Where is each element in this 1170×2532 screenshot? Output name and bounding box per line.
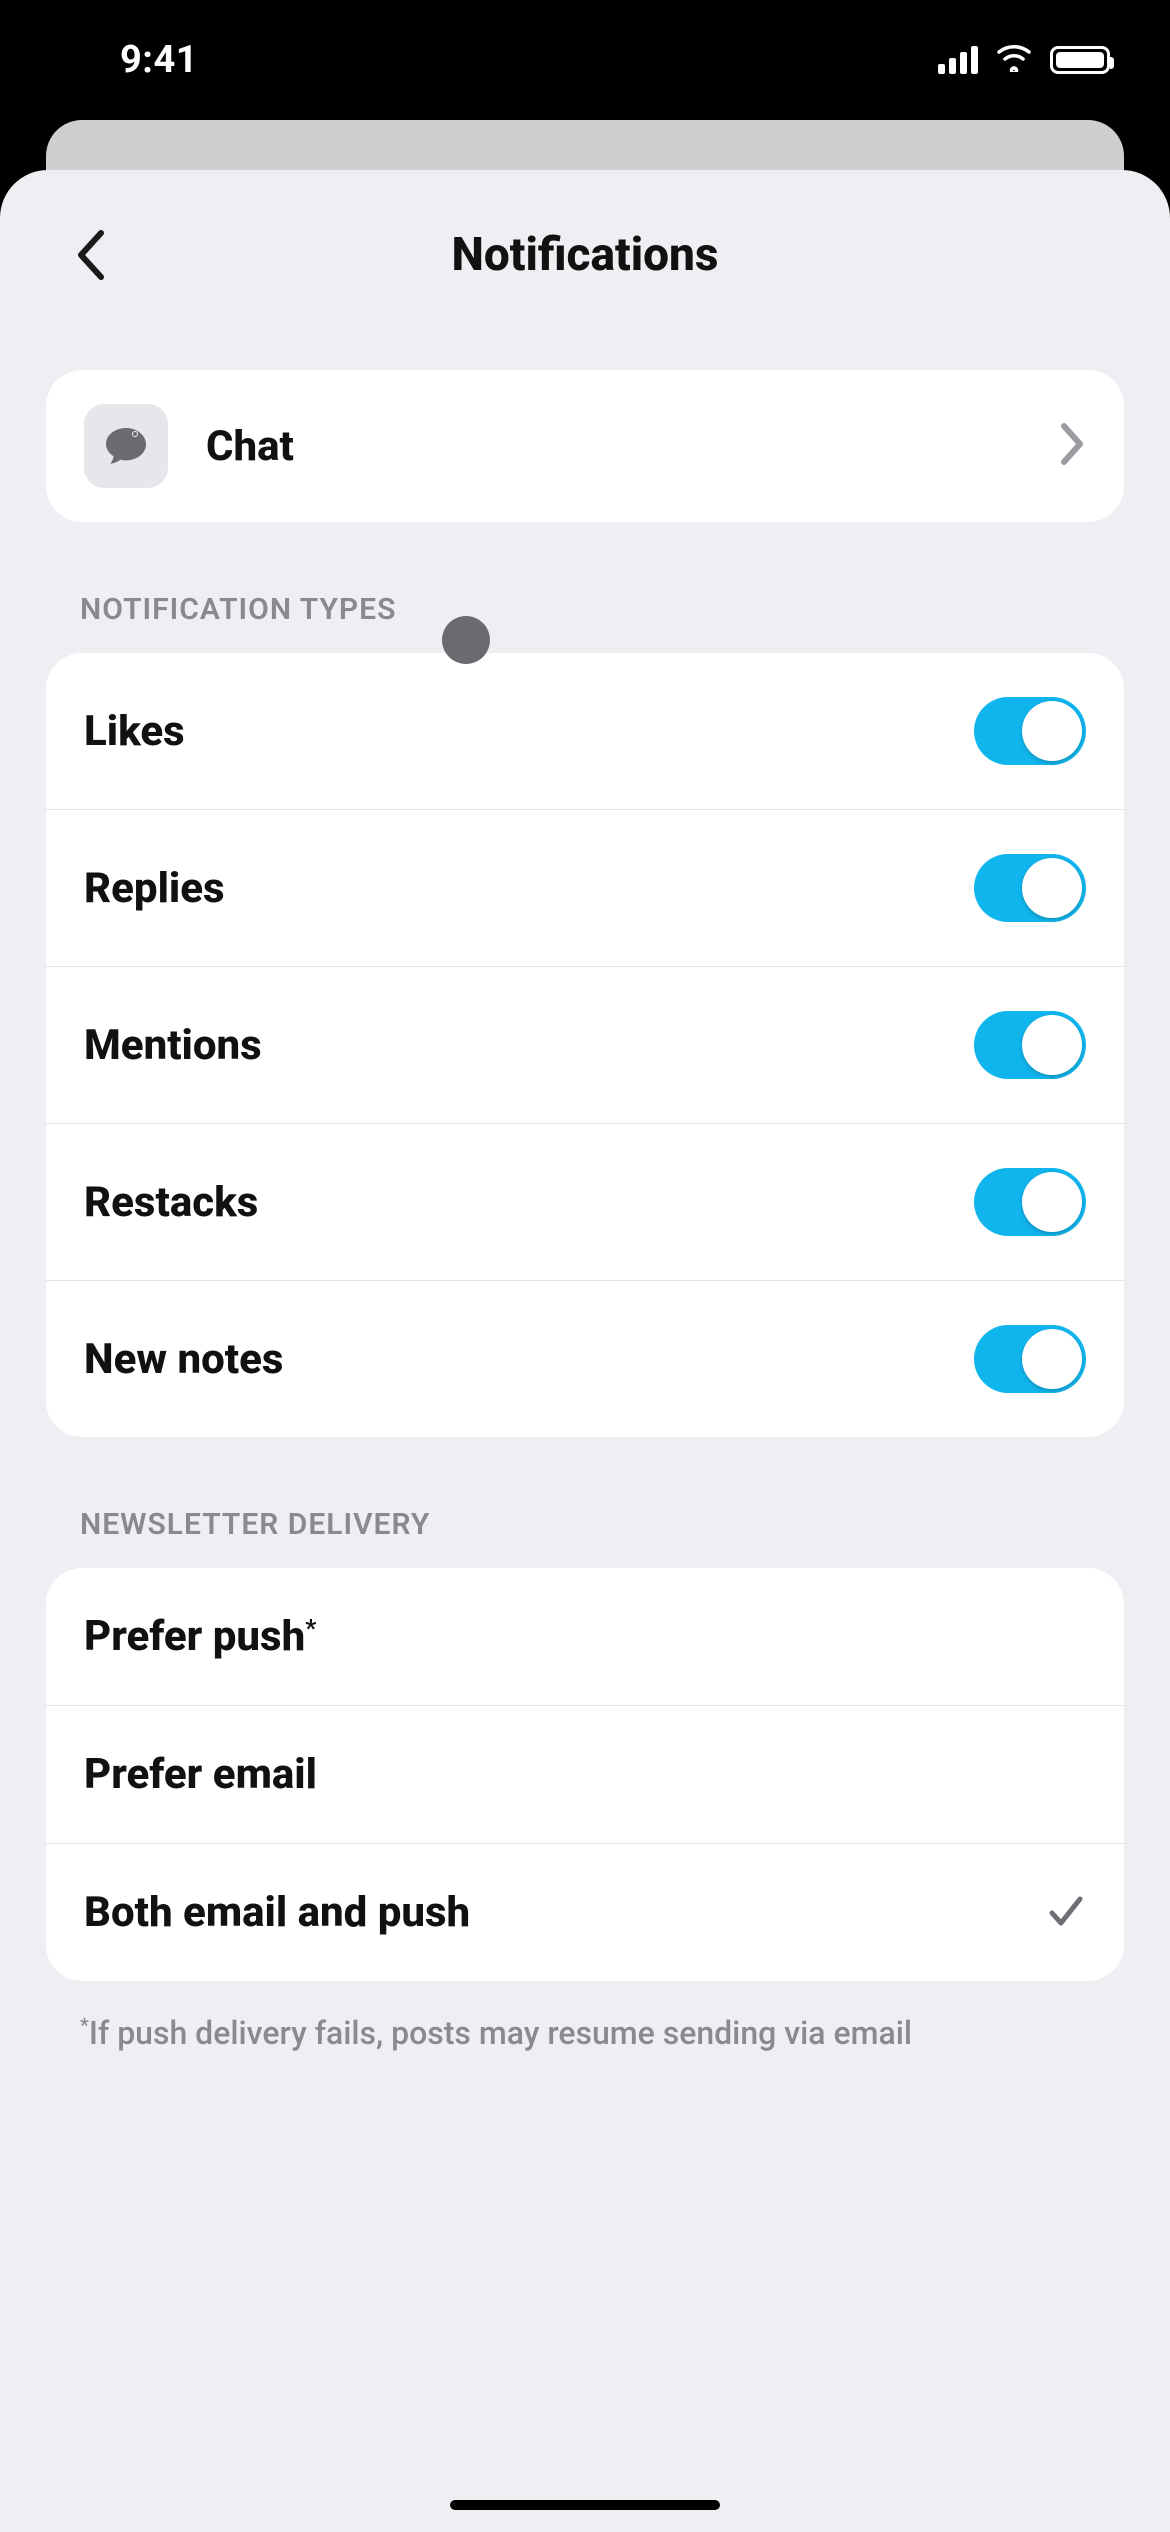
notification-types-header: NOTIFICATION TYPES — [46, 522, 1124, 653]
page-title: Notifications — [0, 228, 1170, 282]
prefer-email-label: Prefer email — [84, 1750, 317, 1799]
new-notes-label: New notes — [84, 1335, 283, 1384]
mentions-toggle[interactable] — [974, 1011, 1086, 1079]
chat-bubble-icon — [84, 404, 168, 488]
likes-toggle[interactable] — [974, 697, 1086, 765]
new-notes-toggle[interactable] — [974, 1325, 1086, 1393]
newsletter-delivery-card: Prefer push* Prefer email Both email and… — [46, 1568, 1124, 1981]
status-time: 9:41 — [120, 38, 198, 82]
replies-row: Replies — [46, 810, 1124, 967]
both-email-push-row[interactable]: Both email and push — [46, 1844, 1124, 1981]
chat-label: Chat — [206, 422, 294, 471]
home-indicator[interactable] — [450, 2500, 720, 2510]
likes-row: Likes — [46, 653, 1124, 810]
battery-icon — [1050, 46, 1110, 74]
touch-cursor-icon — [442, 616, 490, 664]
nav-header: Notifications — [0, 200, 1170, 310]
prefer-email-row[interactable]: Prefer email — [46, 1706, 1124, 1844]
likes-label: Likes — [84, 707, 185, 756]
wifi-icon — [996, 44, 1032, 76]
restacks-toggle[interactable] — [974, 1168, 1086, 1236]
chevron-left-icon — [73, 229, 107, 281]
prefer-push-row[interactable]: Prefer push* — [46, 1568, 1124, 1706]
settings-sheet: Notifications Chat NOTIFICATION TYPES Li… — [0, 170, 1170, 2532]
notification-types-card: Likes Replies Mentions Restacks New note… — [46, 653, 1124, 1437]
new-notes-row: New notes — [46, 1281, 1124, 1437]
cellular-signal-icon — [938, 46, 978, 74]
chevron-right-icon — [1058, 422, 1086, 470]
restacks-label: Restacks — [84, 1178, 258, 1227]
replies-label: Replies — [84, 864, 225, 913]
both-label: Both email and push — [84, 1888, 470, 1937]
prefer-push-label: Prefer push* — [84, 1612, 316, 1661]
mentions-label: Mentions — [84, 1021, 262, 1070]
checkmark-icon — [1046, 1891, 1086, 1935]
restacks-row: Restacks — [46, 1124, 1124, 1281]
chat-row[interactable]: Chat — [46, 370, 1124, 522]
mentions-row: Mentions — [46, 967, 1124, 1124]
status-indicators — [938, 44, 1110, 76]
back-button[interactable] — [60, 225, 120, 285]
status-bar: 9:41 — [0, 0, 1170, 120]
replies-toggle[interactable] — [974, 854, 1086, 922]
chat-card: Chat — [46, 370, 1124, 522]
newsletter-delivery-header: NEWSLETTER DELIVERY — [46, 1437, 1124, 1568]
delivery-footnote: *If push delivery fails, posts may resum… — [46, 1981, 1124, 2056]
